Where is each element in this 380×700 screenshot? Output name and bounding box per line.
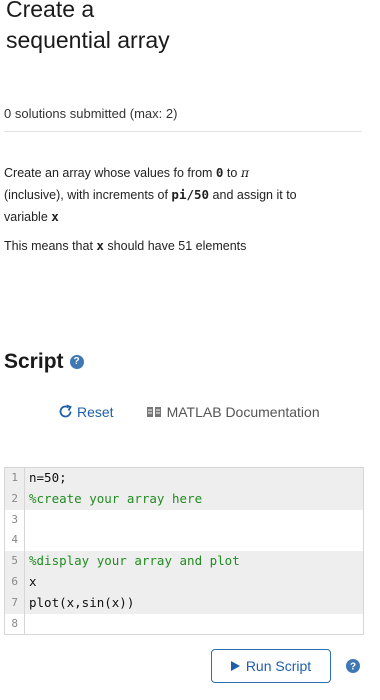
run-script-label: Run Script [245, 658, 312, 674]
question-icon[interactable]: ? [69, 355, 84, 369]
desc-pi: π [240, 165, 250, 180]
line-number: 3 [5, 509, 25, 531]
note-text-2: should have 51 elements [103, 239, 247, 253]
reset-button[interactable]: Reset [57, 403, 114, 420]
code-line[interactable]: 4 [5, 530, 363, 552]
line-number: 5 [5, 551, 25, 572]
line-number: 2 [5, 488, 25, 510]
line-number: 1 [5, 468, 25, 489]
problem-note: This means that x should have 51 element… [4, 238, 246, 253]
code-text[interactable]: plot(x,sin(x)) [25, 593, 134, 614]
code-line[interactable]: 3 [5, 509, 363, 531]
code-line[interactable]: 6x [5, 571, 363, 593]
title-line-2: sequential array [6, 27, 170, 53]
documentation-link[interactable]: MATLAB Documentation [146, 404, 320, 420]
code-editor[interactable]: 1 n=50; 2 %create your array here 3 4 5 %displa… [4, 467, 364, 635]
problem-page: Create a sequential array 0 solutions su… [0, 0, 380, 700]
line-number: 8 [5, 613, 25, 635]
note-code-var: x [96, 238, 104, 253]
title-line-1: Create a [6, 0, 95, 22]
submission-count: 0 solutions submitted (max: 2) [4, 106, 178, 121]
line-number: 6 [5, 571, 25, 593]
code-text[interactable]: x [25, 572, 37, 593]
code-line[interactable]: 5 %display your array and plot [5, 551, 363, 572]
code-line[interactable]: 8 [5, 613, 363, 635]
code-line[interactable]: 1 n=50; [5, 468, 363, 489]
page-title: Create a sequential array [6, 0, 306, 56]
desc-text-3: (inclusive), with increments of [4, 188, 172, 202]
documentation-label: MATLAB Documentation [166, 403, 320, 420]
reset-label: Reset [77, 403, 114, 420]
code-text[interactable] [25, 530, 29, 551]
divider [4, 131, 362, 132]
book-icon [146, 406, 161, 417]
script-toolbar: Reset MATLAB Documentation [57, 403, 320, 420]
problem-description: Create an array whose values fo from 0 t… [4, 162, 304, 228]
desc-code-step: pi/50 [171, 187, 210, 202]
script-heading-label: Script [4, 350, 64, 373]
line-number: 4 [5, 530, 25, 552]
svg-text:?: ? [350, 662, 356, 673]
desc-code-var: x [51, 209, 59, 224]
code-text[interactable]: %display your array and plot [25, 551, 240, 572]
note-text-1: This means that [4, 239, 97, 253]
desc-text-2: to [223, 166, 241, 180]
code-text[interactable]: %create your array here [25, 489, 202, 510]
code-text[interactable] [25, 614, 29, 635]
code-text[interactable] [25, 510, 29, 531]
reset-icon [59, 404, 72, 418]
desc-text-1: Create an array whose values fo from [4, 166, 216, 180]
code-line[interactable]: 7 plot(x,sin(x)) [5, 592, 363, 614]
run-script-button[interactable]: Run Script [211, 649, 331, 683]
script-heading: Script ? [4, 350, 84, 374]
code-line[interactable]: 2 %create your array here [5, 488, 363, 510]
line-number: 7 [5, 592, 25, 614]
code-text[interactable]: n=50; [25, 468, 67, 489]
play-icon [230, 661, 240, 671]
run-help-icon[interactable]: ? [346, 659, 360, 673]
